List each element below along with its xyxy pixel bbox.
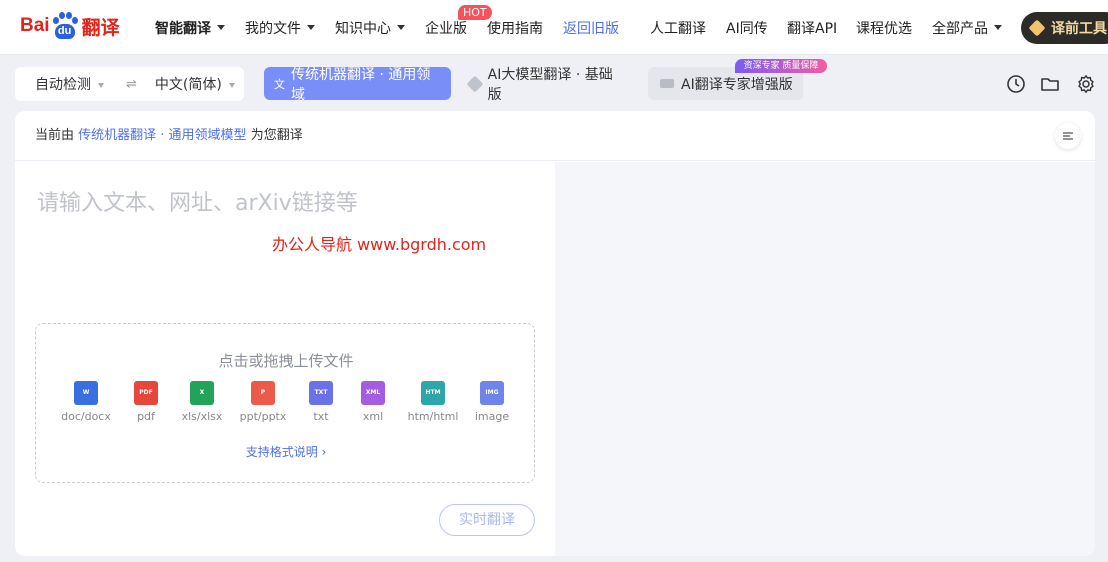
nav-item-translate-api[interactable]: 翻译API bbox=[787, 0, 837, 55]
logo-text-translate: 翻译 bbox=[81, 17, 120, 39]
file-type-icon: PDF bbox=[134, 381, 158, 405]
nav-item-all-products[interactable]: 全部产品 bbox=[932, 0, 1002, 55]
nav-item-human-translation[interactable]: 人工翻译 bbox=[650, 0, 706, 55]
nav-item-ai-interpretation[interactable]: AI同传 bbox=[726, 0, 768, 55]
file-type-ppt-pptx: Pppt/pptx bbox=[231, 381, 295, 423]
mode-label: AI大模型翻译 · 基础版 bbox=[487, 66, 613, 103]
file-type-htm-html: HTM htm/html bbox=[401, 381, 465, 423]
file-type-image: IMG image bbox=[460, 381, 524, 423]
file-type-icon: P bbox=[251, 381, 275, 405]
file-type-pdf: PDF pdf bbox=[114, 381, 178, 423]
mode-traditional-mt-button[interactable]: 文 传统机器翻译 · 通用领域 bbox=[264, 67, 451, 103]
nav-item-old-version[interactable]: 返回旧版 bbox=[563, 0, 619, 55]
file-type-doc-docx: Wdoc/docx bbox=[54, 381, 118, 423]
chevron-down-icon bbox=[994, 25, 1002, 30]
file-type-icon: W bbox=[74, 381, 98, 405]
top-navigation-bar: Bai du 翻译 智能翻译 我的文件 知识中心 企业版 HOT 使用指南 返回… bbox=[0, 0, 1108, 55]
mode-ai-llm-button[interactable]: AI大模型翻译 · 基础版 bbox=[459, 67, 633, 103]
header-suffix: 为您翻译 bbox=[250, 128, 303, 143]
chevron-down-icon bbox=[228, 82, 235, 88]
file-upload-dropzone[interactable]: 点击或拖拽上传文件 Wdoc/docx PDF pdf Xxls/xlsx Pppt/p… bbox=[35, 323, 535, 483]
list-icon bbox=[1063, 132, 1073, 140]
file-type-label: xls/xlsx bbox=[181, 410, 223, 423]
file-type-label: xml bbox=[362, 410, 384, 423]
settings-gear-icon[interactable] bbox=[1076, 74, 1096, 94]
folder-icon[interactable] bbox=[1040, 74, 1060, 94]
file-type-label: ppt/pptx bbox=[239, 410, 287, 423]
nav-label: 企业版 bbox=[425, 20, 467, 37]
nav-label: 智能翻译 bbox=[155, 20, 211, 37]
file-type-xls-xlsx: Xxls/xlsx bbox=[170, 381, 234, 423]
header-model-link[interactable]: 传统机器翻译 · 通用领域模型 bbox=[78, 128, 246, 143]
expert-quality-badge: 资深专家 质量保障 bbox=[735, 59, 827, 73]
file-type-icon: XML bbox=[361, 381, 385, 405]
translate-icon: 文 bbox=[274, 77, 285, 91]
nav-item-knowledge-center[interactable]: 知识中心 bbox=[335, 0, 405, 55]
nav-label: 返回旧版 bbox=[563, 20, 619, 37]
nav-label: 人工翻译 bbox=[650, 20, 706, 37]
file-type-label: image bbox=[474, 410, 510, 423]
nav-item-my-files[interactable]: 我的文件 bbox=[245, 0, 315, 55]
realtime-translate-button[interactable]: 实时翻译 bbox=[439, 504, 535, 536]
translation-output-pane bbox=[555, 162, 1095, 556]
swap-arrows-icon[interactable]: ⇌ bbox=[126, 77, 137, 92]
file-type-label: pdf bbox=[137, 410, 155, 423]
tools-button-label: 译前工具 bbox=[1051, 21, 1107, 37]
language-selector: 自动检测 ⇌ 中文(简体) bbox=[15, 67, 244, 101]
nav-label: AI同传 bbox=[726, 20, 768, 37]
diamond-icon bbox=[1028, 19, 1046, 37]
card-header: 当前由 传统机器翻译 · 通用领域模型 为您翻译 bbox=[15, 111, 1095, 161]
nav-item-courses[interactable]: 课程优选 bbox=[856, 0, 912, 55]
source-text-input[interactable]: 请输入文本、网址、arXiv链接等 bbox=[37, 185, 358, 217]
pre-translation-tools-button[interactable]: 译前工具 bbox=[1021, 12, 1108, 44]
file-type-icon: TXT bbox=[309, 381, 333, 405]
logo-paw-text: du bbox=[54, 24, 75, 39]
file-type-icon: HTM bbox=[421, 381, 445, 405]
nav-label: 课程优选 bbox=[856, 20, 912, 37]
list-toggle-button[interactable] bbox=[1055, 123, 1081, 149]
baidu-translate-logo[interactable]: Bai du 翻译 bbox=[20, 8, 120, 44]
mode-label: 传统机器翻译 · 通用领域 bbox=[291, 66, 431, 103]
nav-label: 我的文件 bbox=[245, 20, 301, 37]
mode-label: AI翻译专家增强版 bbox=[681, 76, 793, 93]
file-type-label: htm/html bbox=[407, 410, 459, 423]
target-language-select[interactable]: 中文(简体) bbox=[155, 74, 235, 94]
source-language-select[interactable]: 自动检测 bbox=[35, 74, 104, 94]
history-clock-icon[interactable] bbox=[1006, 74, 1026, 94]
header-prefix: 当前由 bbox=[35, 128, 75, 143]
upload-title: 点击或拖拽上传文件 bbox=[218, 352, 354, 370]
nav-item-smart-translate[interactable]: 智能翻译 bbox=[155, 0, 225, 55]
file-type-icon: X bbox=[190, 381, 214, 405]
nav-label: 翻译API bbox=[787, 20, 838, 37]
source-language-label: 自动检测 bbox=[35, 77, 91, 93]
chevron-down-icon bbox=[397, 25, 405, 30]
nav-label: 全部产品 bbox=[932, 20, 988, 37]
chevron-down-icon bbox=[307, 25, 315, 30]
nav-label: 使用指南 bbox=[487, 20, 543, 37]
file-type-icon: IMG bbox=[480, 381, 504, 405]
file-type-label: doc/docx bbox=[61, 410, 111, 423]
expert-icon bbox=[660, 79, 674, 88]
file-type-xml: XML xml bbox=[341, 381, 405, 423]
logo-text-bai: Bai bbox=[20, 15, 50, 36]
chevron-down-icon bbox=[98, 82, 104, 88]
target-language-label: 中文(简体) bbox=[154, 77, 222, 93]
nav-item-user-guide[interactable]: 使用指南 bbox=[487, 0, 543, 55]
cube-icon bbox=[466, 75, 484, 92]
baidu-paw-icon: du bbox=[52, 12, 78, 40]
supported-formats-link[interactable]: 支持格式说明 › bbox=[36, 443, 536, 460]
chevron-down-icon bbox=[217, 25, 225, 30]
translation-card: 当前由 传统机器翻译 · 通用领域模型 为您翻译 请输入文本、网址、arXiv链… bbox=[15, 111, 1095, 556]
watermark-text: 办公人导航 www.bgrdh.com bbox=[272, 235, 487, 254]
nav-label: 知识中心 bbox=[335, 20, 391, 37]
